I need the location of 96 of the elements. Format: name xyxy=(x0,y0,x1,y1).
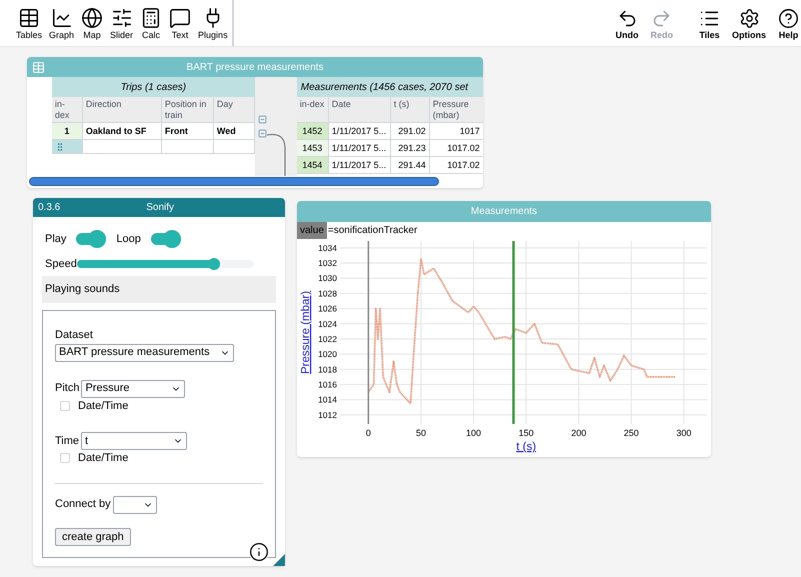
table-cell: 291.44 xyxy=(390,157,430,174)
column-header: Direction xyxy=(82,97,162,123)
table-title: Trips (1 cases) xyxy=(52,77,255,97)
loop-label: Loop xyxy=(116,232,141,247)
time-select[interactable]: t xyxy=(81,432,188,450)
column-header: Position in train xyxy=(162,97,214,123)
pitch-select[interactable]: Pressure xyxy=(81,380,186,398)
axis-tick-label: 0 xyxy=(366,428,371,438)
tool-button[interactable]: Text xyxy=(169,6,192,46)
column-header: Date xyxy=(328,97,391,123)
checkbox[interactable] xyxy=(60,453,70,464)
window-title: Measurements xyxy=(470,205,538,219)
table-cell: 1017.02 xyxy=(430,157,483,174)
table-cell: 1/11/2017 5... xyxy=(328,123,391,140)
axis-tick-label: 250 xyxy=(624,428,639,438)
axis-tick-label: 1024 xyxy=(318,318,337,329)
toggle-switch[interactable] xyxy=(150,233,181,246)
line-chart-icon xyxy=(50,6,73,28)
resize-handle-icon[interactable] xyxy=(273,554,285,566)
axis-tick-label: 1020 xyxy=(318,349,337,360)
toggle-switch[interactable] xyxy=(76,233,106,246)
table-title: Measurements (1456 cases, 2070 set xyxy=(296,77,483,97)
table-cell: 1017.02 xyxy=(430,140,483,157)
axis-tick-label: 1012 xyxy=(318,410,337,420)
slider-track[interactable] xyxy=(76,260,254,268)
play-label: Play xyxy=(45,232,66,247)
toolbar-button[interactable]: Undo xyxy=(616,8,638,46)
dataset-select[interactable]: BART pressure measurements xyxy=(55,344,234,362)
formula-text: =sonificationTracker xyxy=(326,224,418,238)
dataset-label: Dataset xyxy=(55,328,94,343)
axis-tick-label: 150 xyxy=(518,428,534,438)
pitch-label: Pitch xyxy=(55,381,80,396)
axis-tick-label: 1026 xyxy=(318,304,337,314)
tool-button[interactable]: Slider xyxy=(110,6,134,46)
collapse-icon[interactable] xyxy=(258,115,267,124)
globe-icon xyxy=(81,6,104,28)
axis-tick-label: 100 xyxy=(466,428,482,438)
attribute-tag[interactable]: value xyxy=(297,222,327,239)
table-cell: 1017 xyxy=(430,123,483,140)
axis-tick-label: 1034 xyxy=(318,242,337,253)
checkbox-label: Date/Time xyxy=(78,398,128,414)
window-title: Sonify xyxy=(146,201,176,215)
y-axis-title[interactable]: Pressure (mbar) xyxy=(300,290,312,374)
connect-by-label: Connect by xyxy=(55,497,111,512)
table-cell: Oakland to SF xyxy=(82,123,162,140)
info-icon[interactable] xyxy=(249,542,269,562)
axis-tick-label: 1016 xyxy=(318,380,337,390)
toolbar-button[interactable]: Options xyxy=(732,8,766,46)
status-message: Playing sounds xyxy=(42,276,276,303)
create-graph-button[interactable]: create graph xyxy=(55,528,131,546)
table-cell: 1/11/2017 5... xyxy=(328,140,391,157)
axis-tick-label: 1028 xyxy=(318,288,337,298)
speech-bubble-icon xyxy=(169,6,192,28)
speed-label: Speed xyxy=(45,256,77,272)
column-header: Pressure (mbar) xyxy=(430,97,483,123)
axis-tick-label: 50 xyxy=(416,428,426,438)
time-label: Time xyxy=(55,434,80,449)
axis-tick-label: 200 xyxy=(571,428,586,438)
column-header: t (s) xyxy=(390,97,430,123)
toolbar-button[interactable]: Help xyxy=(778,8,799,46)
table-cell: 1452 xyxy=(296,123,329,140)
checkbox-label: Date/Time xyxy=(78,451,128,466)
tool-button[interactable]: Tables xyxy=(16,6,42,46)
version-label: 0.3.6 xyxy=(38,201,60,215)
x-axis-title[interactable]: t (s) xyxy=(516,441,536,453)
tool-button[interactable]: Calc xyxy=(140,6,162,46)
table-cell: 1 xyxy=(52,123,83,140)
tool-button[interactable]: Map xyxy=(81,6,104,46)
settings-icon xyxy=(738,8,760,28)
slider-thumb[interactable] xyxy=(208,258,220,270)
tool-button[interactable]: Plugins xyxy=(198,6,228,46)
toolbar-button[interactable]: Tiles xyxy=(699,8,720,46)
table-cell: 291.02 xyxy=(390,123,430,140)
axis-tick-label: 1022 xyxy=(318,334,337,344)
table-cell: 1453 xyxy=(296,140,329,157)
axis-tick-label: 1032 xyxy=(318,258,337,268)
scrollbar[interactable] xyxy=(29,177,439,186)
collapse-icon[interactable] xyxy=(258,129,267,138)
table-cell: 1454 xyxy=(296,157,329,174)
checkbox[interactable] xyxy=(60,400,70,411)
connect-by-select[interactable] xyxy=(112,496,157,514)
help-icon xyxy=(778,8,799,28)
axis-tick-label: 1030 xyxy=(318,273,337,284)
axis-tick-label: 300 xyxy=(676,428,692,438)
table-icon xyxy=(18,6,40,28)
axis-tick-label: 1014 xyxy=(318,394,337,405)
table-icon xyxy=(32,60,45,74)
slider-icon xyxy=(110,6,133,28)
table-cell: 1/11/2017 5... xyxy=(328,157,391,174)
table-cell[interactable] xyxy=(162,140,214,154)
axis-tick-label: 1018 xyxy=(318,364,337,374)
table-cell: Front xyxy=(162,123,214,140)
table-cell: 291.23 xyxy=(390,140,430,157)
window-title: BART pressure measurements xyxy=(186,60,324,74)
tool-button[interactable]: Graph xyxy=(49,6,74,46)
table-cell[interactable] xyxy=(82,140,162,154)
